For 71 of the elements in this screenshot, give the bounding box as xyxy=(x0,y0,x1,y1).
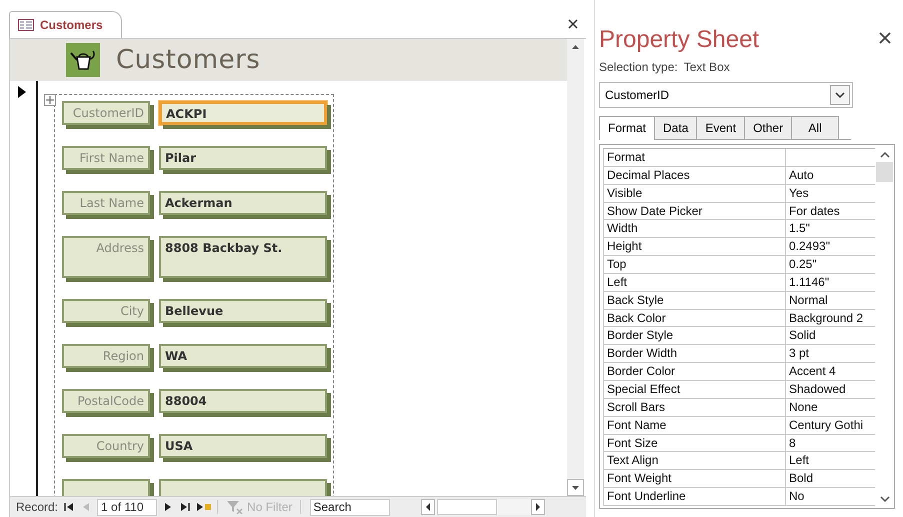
property-value[interactable]: No xyxy=(786,488,875,505)
property-name: Font Weight xyxy=(604,470,786,488)
scroll-thumb[interactable] xyxy=(876,162,893,182)
property-value[interactable]: Shadowed xyxy=(786,380,875,398)
property-value[interactable]: Yes xyxy=(786,184,875,202)
property-value[interactable]: 8 xyxy=(786,434,875,452)
form-title: Customers xyxy=(116,45,260,75)
horizontal-scrollbar[interactable] xyxy=(421,499,546,515)
property-name: Back Color xyxy=(604,310,786,326)
property-tab[interactable]: Other xyxy=(744,116,792,139)
property-name: Show Date Picker xyxy=(604,202,786,220)
property-value[interactable]: 1.1146" xyxy=(786,274,875,291)
property-name: Format xyxy=(604,149,786,166)
property-tab[interactable]: All xyxy=(791,116,840,139)
property-value[interactable]: For dates xyxy=(786,202,875,220)
property-value[interactable]: Left xyxy=(786,452,875,470)
object-dropdown[interactable]: CustomerID xyxy=(599,82,853,108)
scroll-down-icon[interactable] xyxy=(567,479,584,496)
property-name: Font Name xyxy=(604,416,786,434)
dropdown-caret-icon[interactable] xyxy=(830,85,850,105)
property-value[interactable]: Normal xyxy=(786,292,875,309)
property-value[interactable]: 0.25" xyxy=(786,256,875,273)
property-value[interactable]: None xyxy=(786,398,875,416)
move-handle-icon[interactable] xyxy=(44,94,56,106)
vertical-scrollbar[interactable] xyxy=(567,39,584,496)
property-value[interactable]: Accent 4 xyxy=(786,363,875,380)
property-name: Back Style xyxy=(604,292,786,309)
property-value[interactable]: Solid xyxy=(786,327,875,344)
new-record-icon[interactable] xyxy=(196,501,212,513)
scroll-right-icon[interactable] xyxy=(531,499,546,515)
selection-type-label: Selection type: xyxy=(599,60,678,74)
current-record-icon xyxy=(18,86,26,98)
search-field[interactable]: Search xyxy=(310,498,390,516)
document-tab[interactable]: Customers xyxy=(9,11,122,38)
property-name: Special Effect xyxy=(604,380,786,398)
property-tab[interactable]: Event xyxy=(696,116,746,139)
property-name: Text Align xyxy=(604,452,786,470)
property-name: Font Underline xyxy=(604,488,786,505)
property-name: Scroll Bars xyxy=(604,398,786,416)
property-value[interactable]: 0.2493" xyxy=(786,238,875,256)
property-name: Width xyxy=(604,220,786,238)
record-label: Record: xyxy=(16,500,58,514)
property-name: Font Size xyxy=(604,434,786,452)
property-value[interactable]: Background 2 xyxy=(786,310,875,326)
funnel-icon xyxy=(226,500,244,514)
record-position-field[interactable]: 1 of 110 xyxy=(97,498,158,516)
property-tab[interactable]: Format xyxy=(599,116,656,140)
panel-title: Property Sheet xyxy=(599,26,760,54)
property-name: Top xyxy=(604,256,786,273)
property-value[interactable]: Century Gothi xyxy=(786,416,875,434)
watering-can-icon xyxy=(66,43,100,77)
property-value[interactable]: Auto xyxy=(786,166,875,184)
property-name: Border Width xyxy=(604,345,786,362)
property-tab[interactable]: Data xyxy=(654,116,698,139)
last-record-icon[interactable] xyxy=(179,501,192,513)
property-name: Border Style xyxy=(604,327,786,344)
property-name: Visible xyxy=(604,184,786,202)
close-icon[interactable] xyxy=(568,19,578,29)
property-value[interactable]: 1.5" xyxy=(786,220,875,238)
selection-type-value: Text Box xyxy=(684,60,730,74)
property-name: Left xyxy=(604,274,786,291)
scroll-thumb[interactable] xyxy=(437,499,498,515)
property-value[interactable]: 3 pt xyxy=(786,345,875,362)
close-icon[interactable] xyxy=(879,32,891,44)
first-record-icon[interactable] xyxy=(63,501,76,513)
form-icon xyxy=(18,19,34,31)
property-name: Height xyxy=(604,238,786,256)
property-value[interactable]: Bold xyxy=(786,470,875,488)
scroll-left-icon[interactable] xyxy=(421,499,436,515)
property-name: Decimal Places xyxy=(604,166,786,184)
property-name: Border Color xyxy=(604,363,786,380)
